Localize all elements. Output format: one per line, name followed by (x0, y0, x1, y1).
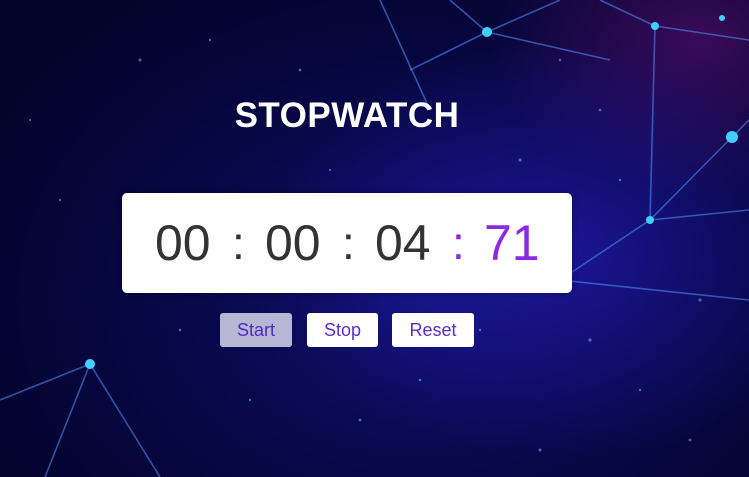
timer-display: 00 : 00 : 04 : 71 (122, 193, 572, 293)
centiseconds-value: 71 (484, 215, 540, 271)
hours-value: 00 (155, 215, 211, 271)
seconds-value: 04 (375, 215, 431, 271)
hours-minutes-separator: : (232, 217, 245, 269)
page-title: STOPWATCH (234, 96, 460, 135)
seconds-centiseconds-separator: : (452, 217, 465, 269)
minutes-seconds-separator: : (342, 217, 355, 269)
minutes-value: 00 (265, 215, 321, 271)
reset-button[interactable]: Reset (392, 313, 474, 347)
stop-button[interactable]: Stop (307, 313, 378, 347)
start-button[interactable]: Start (220, 313, 292, 347)
